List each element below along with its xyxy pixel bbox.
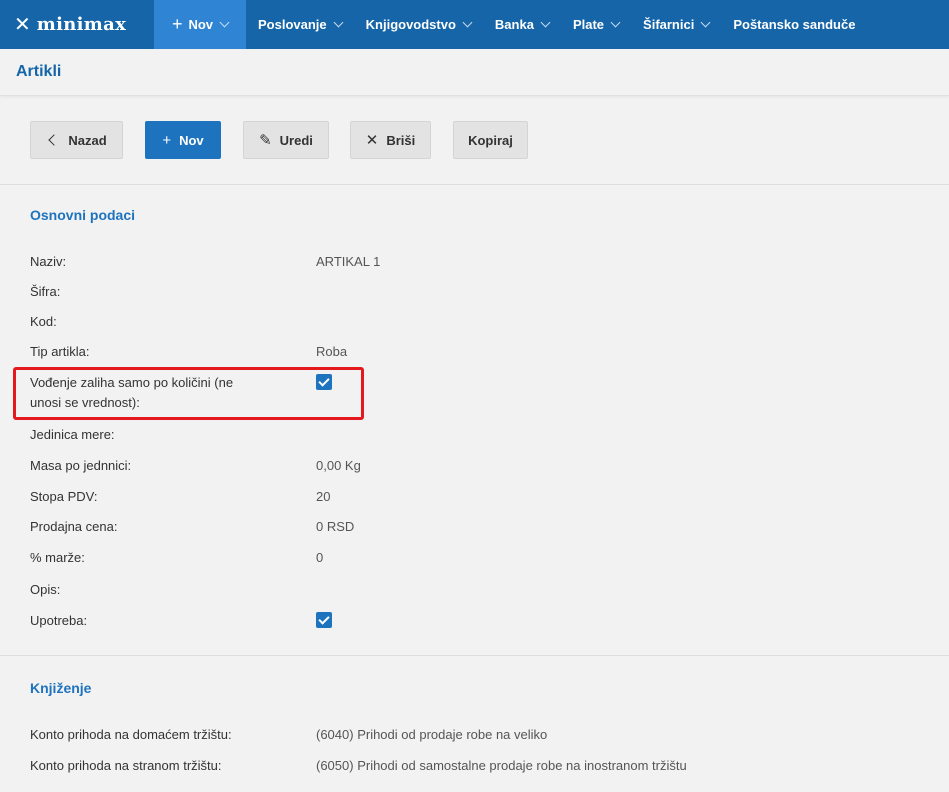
tip-label: Tip artikla: [30,344,90,359]
pencil-icon: ✎ [259,131,272,149]
prodajna-cena-label: Prodajna cena: [30,519,118,534]
chevron-down-icon [610,17,621,28]
nav-item-label: Poslovanje [258,17,327,32]
new-button-label: Nov [179,132,204,148]
upotreba-checkbox[interactable] [316,612,332,628]
plus-icon: + [162,131,172,149]
nav-item-poslovanje[interactable]: Poslovanje [246,0,354,49]
naziv-value: ARTIKAL 1 [316,254,381,269]
top-navigation: ✕ minimax + Nov Poslovanje Knjigovodstvo… [0,0,949,49]
marza-label: % marže: [30,550,85,565]
marza-value: 0 [316,550,324,565]
foreign-revenue-account-label: Konto prihoda na stranom tržištu: [30,758,222,773]
prodajna-cena-value: 0 RSD [316,519,355,534]
nav-item-label: Knjigovodstvo [365,17,456,32]
nav-item-banka[interactable]: Banka [483,0,561,49]
back-button-label: Nazad [68,132,107,148]
chevron-down-icon [700,17,711,28]
highlight-box [13,367,364,420]
nav-item-label: Plate [572,17,605,32]
title-bar: Artikli [0,49,949,96]
upotreba-label: Upotreba: [30,613,88,628]
domestic-revenue-account-value: (6040) Prihodi od prodaje robe na veliko [316,727,548,742]
nav-item-label: Poštansko sanduče [733,17,856,32]
section-divider [0,655,949,656]
edit-button-label: Uredi [279,132,313,148]
logo-mark-icon: ✕ [14,13,31,36]
nav-item-sifarnici[interactable]: Šifarnici [631,0,721,49]
domestic-revenue-account-label: Konto prihoda na domaćem tržištu: [30,727,232,742]
close-icon: ✕ [365,131,379,149]
foreign-revenue-account-value: (6050) Prihodi od samostalne prodaje rob… [316,758,687,773]
stopa-pdv-label: Stopa PDV: [30,489,98,504]
nav-new-button[interactable]: + Nov [154,0,246,49]
back-button[interactable]: Nazad [30,121,123,159]
delete-button-label: Briši [386,132,416,148]
chevron-down-icon [462,17,473,28]
chevron-down-icon [333,17,344,28]
jedinica-mere-label: Jedinica mere: [30,427,115,442]
section-title-posting: Knjiženje [30,680,92,696]
nav-item-postansko-sanduce[interactable]: Poštansko sanduče [721,0,867,49]
nav-item-plate[interactable]: Plate [561,0,631,49]
nav-item-knjigovodstvo[interactable]: Knjigovodstvo [354,0,483,49]
tip-value: Roba [316,344,348,359]
new-button[interactable]: + Nov [145,121,221,159]
masa-label: Masa po jednnici: [30,458,132,473]
action-toolbar: Nazad + Nov ✎ Uredi ✕ Briši Kopiraj [0,97,949,185]
sifra-label: Šifra: [30,284,61,299]
chevron-down-icon [219,17,230,28]
nav-item-label: Šifarnici [643,17,695,32]
logo[interactable]: ✕ minimax [0,0,154,49]
masa-value: 0,00 Kg [316,458,361,473]
edit-button[interactable]: ✎ Uredi [243,121,329,159]
nav-new-label: Nov [188,17,214,32]
section-title-basic: Osnovni podaci [30,207,136,223]
chevron-left-icon [48,134,61,146]
chevron-down-icon [540,17,551,28]
plus-icon: + [171,14,183,34]
opis-label: Opis: [30,582,61,597]
naziv-label: Naziv: [30,254,67,269]
nav-item-label: Banka [494,17,534,32]
stopa-pdv-value: 20 [316,489,331,504]
page-title: Artikli [16,63,62,80]
copy-button-label: Kopiraj [468,132,513,148]
kod-label: Kod: [30,314,57,329]
copy-button[interactable]: Kopiraj [453,121,528,159]
logo-text: minimax [36,14,127,35]
delete-button[interactable]: ✕ Briši [350,121,431,159]
